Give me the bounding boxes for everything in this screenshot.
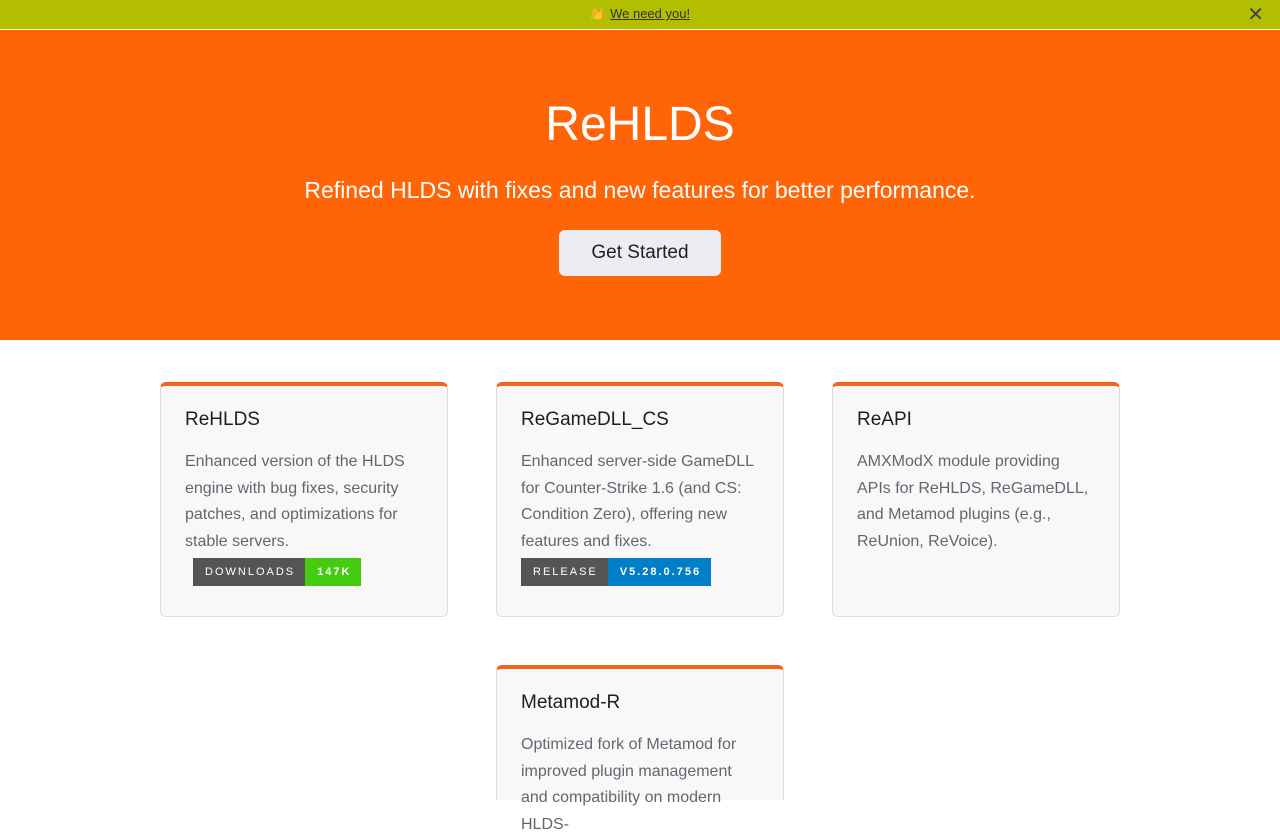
clap-icon: 👏 bbox=[589, 6, 607, 21]
badge-value: 147K bbox=[305, 558, 362, 586]
card-title: ReHLDS bbox=[185, 409, 260, 430]
card-title: Metamod-R bbox=[521, 692, 621, 713]
announcement-bar: 👏 We need you! ✕ bbox=[0, 0, 1280, 30]
hero-title: ReHLDS bbox=[545, 98, 735, 151]
feature-card-rehlds: ReHLDS Enhanced version of the HLDS engi… bbox=[160, 382, 448, 617]
badge-value: V5.28.0.756 bbox=[607, 558, 712, 586]
card-description: Enhanced version of the HLDS engine with… bbox=[185, 453, 405, 550]
card-description: Enhanced server-side GameDLL for Counter… bbox=[521, 453, 754, 550]
get-started-button[interactable]: Get Started bbox=[559, 230, 721, 276]
card-title: ReAPI bbox=[857, 409, 912, 430]
feature-card-metamod: Metamod-R Optimized fork of Metamod for … bbox=[496, 665, 784, 833]
badge-label: DOWNLOADS bbox=[193, 558, 306, 586]
card-description: AMXModX module providing APIs for ReHLDS… bbox=[857, 453, 1089, 550]
badge-label: RELEASE bbox=[521, 558, 608, 586]
hero-tagline: Refined HLDS with fixes and new features… bbox=[304, 177, 976, 203]
card-title: ReGameDLL_CS bbox=[521, 409, 669, 430]
card-description: Optimized fork of Metamod for improved p… bbox=[521, 736, 737, 833]
feature-card-regamedll: ReGameDLL_CS Enhanced server-side GameDL… bbox=[496, 382, 784, 617]
feature-card-reapi: ReAPI AMXModX module providing APIs for … bbox=[832, 382, 1120, 617]
announcement-text: We need you! bbox=[610, 6, 691, 21]
downloads-badge[interactable]: DOWNLOADS 147K bbox=[193, 558, 423, 586]
release-badge[interactable]: RELEASE V5.28.0.756 bbox=[521, 558, 759, 586]
close-icon[interactable]: ✕ bbox=[1247, 4, 1264, 26]
hero-banner: ReHLDS Refined HLDS with fixes and new f… bbox=[0, 30, 1280, 340]
announcement-link[interactable]: 👏 We need you! bbox=[590, 6, 690, 22]
